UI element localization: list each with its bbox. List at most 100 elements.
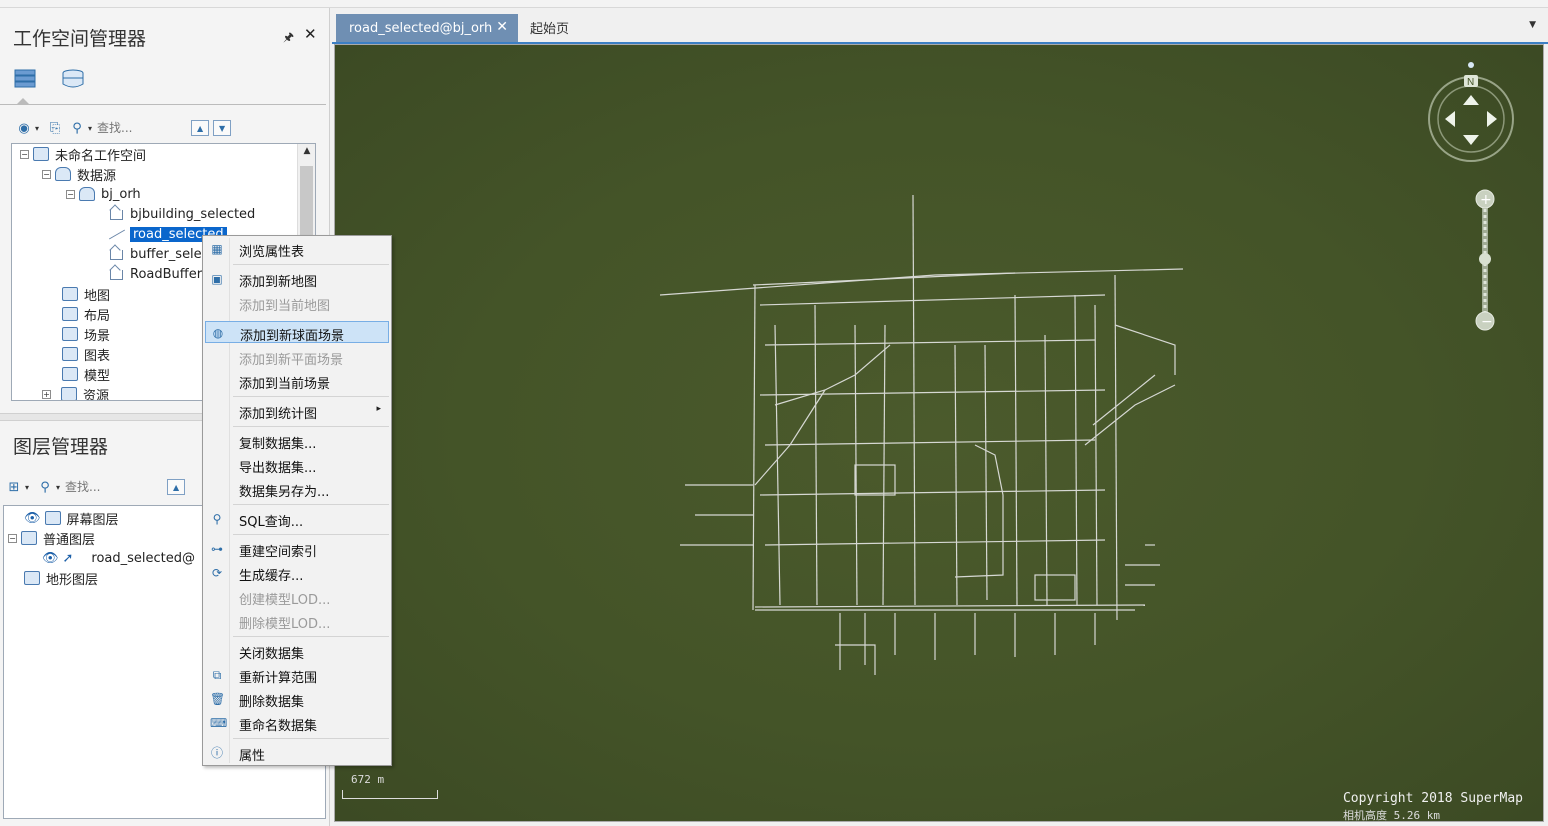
scroll-up-icon[interactable]: ▲ [298,146,315,156]
menu-item-add-chart[interactable]: 添加到统计图 ▸ [205,400,389,422]
search-icon[interactable]: ⚲ [66,119,88,137]
menu-separator [233,534,389,535]
close-icon[interactable]: ✕ [304,25,317,43]
menu-separator [233,504,389,505]
menu-item-add-new-map[interactable]: ▣ 添加到新地图 [205,268,389,290]
tree-node-datasource[interactable]: − 数据源 [42,164,116,184]
menu-separator [233,426,389,427]
move-down-button[interactable]: ▼ [213,120,232,136]
move-up-button[interactable]: ▲ [191,120,210,136]
workspace-manager-title: 工作空间管理器 [13,28,147,50]
add-map-icon: ▣ [211,272,223,286]
layer-tab-icon[interactable] [60,68,86,90]
workspace-toolbar: ◉▾ ⎘ ⚲▾ ▲ ▼ [13,116,232,140]
menu-item-browse-table[interactable]: ▦ 浏览属性表 [205,238,389,260]
collapse-icon[interactable]: − [66,189,75,199]
menu-item-delete-dataset[interactable]: 🗑 删除数据集 [205,688,389,710]
close-tab-icon[interactable]: ✕ [496,19,508,35]
dataset-context-menu: ▦ 浏览属性表 ▣ 添加到新地图 添加到当前地图 ◍ 添加到新球面场景 添加到新… [202,235,392,766]
tree-node-db[interactable]: − bj_orh [66,184,141,204]
workspace-tab-icon[interactable] [13,68,39,90]
compass-control[interactable]: N [1423,61,1533,171]
menu-item-add-new-flat-scene[interactable]: 添加到新平面场景 [205,346,389,368]
layer-node-screen[interactable]: 👁 屏幕图层 [24,508,119,528]
screen-layer-icon [44,511,61,525]
chevron-down-icon[interactable]: ▾ [88,124,92,133]
tree-node-dataset[interactable]: buffer_selec [108,244,209,264]
menu-separator [233,738,389,739]
svg-text:−: − [1481,314,1493,330]
layer-node-road[interactable]: 👁 ➚ road_selected@ [42,548,195,568]
rename-icon: ⌨ [210,716,228,730]
collapse-icon[interactable]: − [20,149,29,159]
menu-item-add-current-scene[interactable]: 添加到当前场景 [205,370,389,392]
visible-eye-icon[interactable]: 👁 [24,511,41,526]
chevron-down-icon[interactable]: ▾ [25,483,29,492]
menu-item-rebuild-index[interactable]: ⊶ 重建空间索引 [205,538,389,560]
tree-node-workspace[interactable]: − 未命名工作空间 [20,144,146,164]
menu-item-properties[interactable]: ⓘ 属性 [205,742,389,764]
scroll-thumb[interactable] [300,166,313,246]
workspace-search-input[interactable] [97,119,186,137]
document-tab-bar: road_selected@bj_orh ✕ 起始页 ▼ [332,8,1548,44]
menu-item-recalc-bounds[interactable]: ⧉ 重新计算范围 [205,664,389,686]
tab-divider [0,104,326,105]
select-arrow-icon[interactable]: ➚ [63,551,74,566]
copyright-text: Copyright 2018 SuperMap [1342,791,1523,806]
tree-node-resources[interactable]: + 资源 [42,384,109,400]
menu-item-export-dataset[interactable]: 导出数据集... [205,454,389,476]
trash-icon: 🗑 [210,692,226,706]
view-icon[interactable]: ◉ [13,119,35,137]
tree-node-charts[interactable]: 图表 [62,344,110,364]
tree-node-dataset[interactable]: bjbuilding_selected [108,204,255,224]
move-up-button[interactable]: ▲ [167,479,186,495]
svg-text:N: N [1467,77,1474,88]
layer-toolbar: ⊞▾ ⚲▾ ▲ [3,475,186,499]
region-dataset-icon [108,247,124,261]
visible-eye-icon[interactable]: 👁 [42,551,59,566]
tree-node-dataset[interactable]: RoadBuffer [108,264,202,284]
terrain-layer-icon [24,571,40,585]
collapse-icon[interactable]: − [42,169,51,179]
menu-item-generate-cache[interactable]: ⟳ 生成缓存... [205,562,389,584]
open-file-icon[interactable]: ⎘ [44,119,66,137]
menu-item-add-new-globe-scene[interactable]: ◍ 添加到新球面场景 [205,321,389,344]
new-layer-icon[interactable]: ⊞ [3,478,25,496]
tab-dropdown-icon[interactable]: ▼ [1529,20,1536,30]
tab-start-page[interactable]: 起始页 [530,18,569,37]
search-icon[interactable]: ⚲ [34,478,56,496]
scene-view[interactable]: N + − 672 m Copyright 2018 SuperMap 相机高度… [334,44,1544,822]
pin-icon[interactable]: 🖈 [283,28,294,49]
workspace-icon [33,147,49,161]
expand-icon[interactable]: + [42,389,51,399]
recalc-icon: ⧉ [212,668,222,682]
menu-item-sql-query[interactable]: ⚲ SQL查询... [205,508,389,530]
line-dataset-icon [108,227,124,241]
tree-node-scenes[interactable]: 场景 [62,324,110,344]
datasource-icon [55,167,71,181]
menu-item-save-dataset-as[interactable]: 数据集另存为... [205,478,389,500]
menu-separator [233,264,389,265]
menu-item-rename-dataset[interactable]: ⌨ 重命名数据集 [205,712,389,734]
layer-search-input[interactable] [65,478,154,496]
menu-item-create-model-lod[interactable]: 创建模型LOD... [205,586,389,608]
scale-label: 672 m [351,773,385,786]
collapse-icon[interactable]: − [8,533,17,543]
tree-node-models[interactable]: 模型 [62,364,110,384]
zoom-slider[interactable]: + − [1473,187,1497,333]
svg-text:+: + [1480,192,1492,208]
menu-item-add-current-map[interactable]: 添加到当前地图 [205,292,389,314]
layer-node-terrain[interactable]: 地形图层 [24,568,98,588]
menu-item-copy-dataset[interactable]: 复制数据集... [205,430,389,452]
chart-icon [62,347,78,361]
menu-item-close-dataset[interactable]: 关闭数据集 [205,640,389,662]
tab-road-selected[interactable]: road_selected@bj_orh ✕ [336,14,518,42]
layer-node-normal[interactable]: − 普通图层 [8,528,95,548]
globe-icon: ◍ [212,326,224,340]
menu-item-delete-model-lod[interactable]: 删除模型LOD... [205,610,389,632]
index-icon: ⊶ [211,542,223,556]
tree-node-maps[interactable]: 地图 [62,284,110,304]
chevron-down-icon[interactable]: ▾ [35,124,39,133]
tree-node-layouts[interactable]: 布局 [62,304,110,324]
chevron-down-icon[interactable]: ▾ [56,483,60,492]
